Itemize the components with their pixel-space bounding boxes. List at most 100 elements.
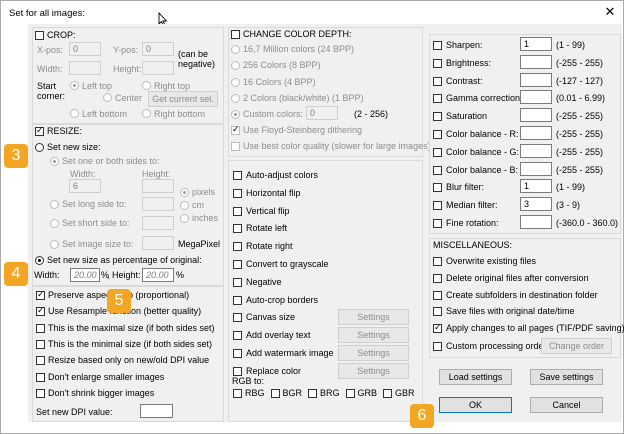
transform-checkbox[interactable]: [233, 171, 242, 180]
misc-option-checkbox[interactable]: [433, 307, 442, 317]
image-size-field[interactable]: [142, 236, 174, 250]
color-depth-checkbox[interactable]: [231, 30, 240, 39]
adjustment-field[interactable]: [520, 54, 552, 69]
rgb-option-checkbox[interactable]: [383, 389, 392, 398]
transform-checkbox[interactable]: [233, 188, 242, 198]
transform-settings-button[interactable]: Settings: [338, 345, 409, 361]
adjustment-field[interactable]: 1: [520, 37, 552, 51]
misc-option-checkbox[interactable]: [433, 322, 442, 334]
adjustment-checkbox[interactable]: [433, 183, 442, 193]
set-one-or-both-radio[interactable]: [50, 157, 59, 166]
adjustment-checkbox[interactable]: [433, 165, 442, 175]
unit-inches-radio[interactable]: [180, 214, 189, 223]
adjustment-checkbox[interactable]: [433, 41, 442, 50]
change-order-button[interactable]: Change order: [541, 338, 612, 354]
custom-order-checkbox[interactable]: [433, 342, 442, 351]
transform-checkbox[interactable]: [233, 206, 242, 216]
adjustment-field[interactable]: [520, 126, 552, 140]
color-depth-radio[interactable]: [231, 77, 240, 87]
percentage-radio[interactable]: [35, 256, 44, 265]
resize-option-checkbox[interactable]: [36, 372, 45, 382]
resize-height-field[interactable]: [142, 179, 174, 193]
adjustment-field[interactable]: [520, 72, 552, 87]
set-new-size-radio[interactable]: [35, 143, 44, 152]
pct-height-symbol: %: [176, 270, 185, 280]
load-settings-button[interactable]: Load settings: [439, 369, 512, 385]
transform-checkbox[interactable]: [233, 242, 242, 252]
transform-settings-button[interactable]: Settings: [338, 327, 409, 344]
resize-option-checkbox[interactable]: [36, 305, 45, 317]
adjustment-checkbox[interactable]: [433, 219, 442, 228]
transform-settings-button[interactable]: Settings: [338, 362, 409, 379]
adjustment-checkbox[interactable]: [433, 94, 442, 104]
adjustment-field[interactable]: 1: [520, 179, 552, 194]
transform-checkbox[interactable]: [233, 331, 242, 341]
resize-option-checkbox[interactable]: [36, 388, 45, 398]
long-side-field[interactable]: [142, 197, 174, 211]
corner-right-top-radio[interactable]: [142, 81, 151, 90]
cancel-button[interactable]: Cancel: [530, 397, 603, 413]
save-settings-button[interactable]: Save settings: [530, 369, 603, 385]
best-quality-checkbox[interactable]: [231, 142, 240, 151]
transform-checkbox[interactable]: [233, 277, 242, 287]
resize-width-field[interactable]: 6: [69, 179, 101, 193]
transform-checkbox[interactable]: [233, 313, 242, 323]
adjustment-field[interactable]: [520, 161, 552, 176]
misc-option-checkbox[interactable]: [433, 290, 442, 300]
crop-height-field[interactable]: [142, 61, 174, 75]
adjustment-field[interactable]: [520, 143, 552, 158]
adjustment-checkbox[interactable]: [433, 130, 442, 139]
rgb-option-checkbox[interactable]: [345, 389, 355, 398]
transform-checkbox[interactable]: [233, 366, 242, 376]
short-side-radio[interactable]: [50, 219, 59, 228]
adjustment-field[interactable]: [520, 108, 552, 123]
xpos-field[interactable]: 0: [69, 42, 101, 56]
transform-checkbox[interactable]: [233, 224, 242, 234]
unit-cm-radio[interactable]: [180, 201, 189, 210]
corner-center-radio[interactable]: [103, 93, 112, 102]
adjustment-checkbox[interactable]: [433, 112, 442, 122]
unit-pixels-radio[interactable]: [180, 188, 189, 197]
misc-option-checkbox[interactable]: [433, 273, 442, 283]
corner-right-bottom-radio[interactable]: [142, 109, 151, 118]
adjustment-field[interactable]: [520, 90, 552, 105]
corner-left-bottom-radio[interactable]: [70, 109, 79, 118]
floyd-checkbox[interactable]: [231, 124, 240, 135]
transform-settings-button[interactable]: Settings: [338, 309, 409, 326]
resize-option-checkbox[interactable]: [36, 339, 45, 349]
resize-checkbox[interactable]: [35, 125, 44, 136]
custom-colors-field[interactable]: 0: [306, 106, 338, 120]
corner-left-top-radio[interactable]: [70, 81, 79, 90]
adjustment-field[interactable]: 3: [520, 197, 552, 212]
get-current-sel-button[interactable]: Get current sel.: [148, 91, 218, 107]
rgb-option-checkbox[interactable]: [270, 389, 280, 398]
misc-option-checkbox[interactable]: [433, 257, 442, 266]
color-depth-radio[interactable]: [231, 45, 240, 54]
transform-checkbox[interactable]: [233, 295, 242, 305]
adjustment-field[interactable]: [520, 215, 552, 229]
resize-option-checkbox[interactable]: [36, 323, 45, 333]
ypos-field[interactable]: 0: [142, 42, 174, 56]
transform-checkbox[interactable]: [233, 260, 242, 269]
adjustment-checkbox[interactable]: [433, 147, 442, 157]
transform-checkbox[interactable]: [233, 349, 242, 358]
adjustment-checkbox[interactable]: [433, 58, 442, 68]
resize-option-checkbox[interactable]: [36, 356, 45, 366]
color-depth-radio[interactable]: [231, 93, 240, 103]
adjustment-checkbox[interactable]: [433, 76, 442, 86]
adjustment-checkbox[interactable]: [433, 201, 442, 211]
image-size-radio[interactable]: [50, 240, 59, 249]
resize-option-checkbox[interactable]: [36, 289, 45, 300]
rgb-option-checkbox[interactable]: [308, 389, 317, 398]
short-side-field[interactable]: [142, 216, 174, 230]
rgb-option-checkbox[interactable]: [233, 389, 242, 398]
close-icon[interactable]: ✕: [602, 4, 618, 20]
pct-height-field[interactable]: 20.00: [142, 268, 174, 282]
crop-checkbox[interactable]: [35, 31, 44, 40]
pct-width-field[interactable]: 20.00: [70, 268, 100, 282]
dpi-field[interactable]: [140, 404, 173, 418]
custom-colors-radio[interactable]: [231, 110, 240, 119]
crop-width-field[interactable]: [69, 61, 101, 75]
ok-button[interactable]: OK: [439, 397, 512, 413]
long-side-radio[interactable]: [50, 200, 59, 209]
